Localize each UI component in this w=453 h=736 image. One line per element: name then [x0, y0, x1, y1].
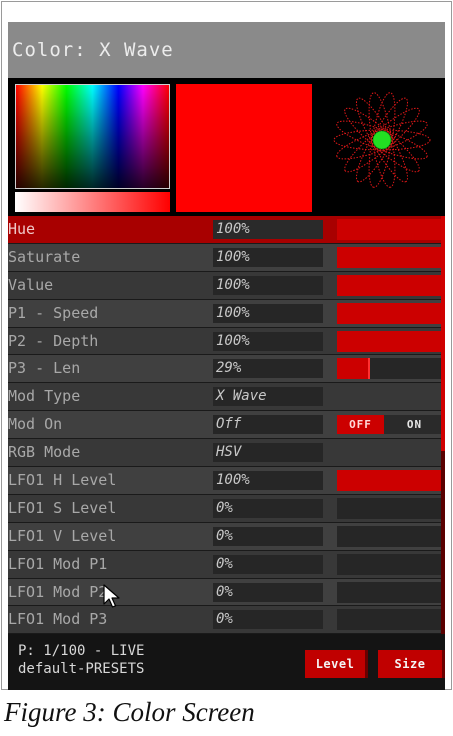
param-value-field[interactable]: 100%: [213, 220, 323, 239]
param-value-field[interactable]: 0%: [213, 582, 323, 602]
param-name: Mod On: [8, 415, 63, 434]
param-name: LFO1 Mod P2: [8, 582, 108, 601]
param-name: LFO1 Mod P3: [8, 610, 108, 629]
saturation-strip[interactable]: [15, 192, 170, 212]
param-value-field[interactable]: 0%: [213, 498, 323, 518]
scrollbar-thumb[interactable]: [441, 216, 445, 451]
param-slider-fill: [337, 330, 441, 352]
param-value-field[interactable]: 100%: [213, 247, 323, 267]
param-slider-fill: [337, 246, 441, 268]
x-wave-preview: [333, 92, 431, 188]
mod-on-toggle[interactable]: OFF ON: [337, 415, 445, 435]
mouse-cursor-icon: [103, 584, 120, 608]
param-row-value[interactable]: Value 100%: [8, 271, 445, 300]
param-slider-fill: [337, 219, 441, 240]
param-name: P3 - Len: [8, 359, 81, 378]
param-row-p1-speed[interactable]: P1 - Speed 100%: [8, 299, 445, 328]
param-row-lfo1-h-level[interactable]: LFO1 H Level 100%: [8, 467, 445, 495]
hue-value-picker[interactable]: [15, 84, 170, 189]
param-row-lfo1-s-level[interactable]: LFO1 S Level 0%: [8, 494, 445, 523]
param-slider[interactable]: [337, 470, 445, 492]
parameter-scrollbar[interactable]: [441, 216, 445, 634]
param-row-rgb-mode[interactable]: RGB Mode HSV: [8, 439, 445, 468]
param-row-lfo1-mod-p2[interactable]: LFO1 Mod P2 0%: [8, 578, 445, 607]
param-value-field[interactable]: 100%: [213, 471, 323, 491]
figure-caption: Figure 3: Color Screen: [4, 697, 255, 727]
param-value-field[interactable]: 100%: [213, 275, 323, 295]
param-name: LFO1 H Level: [8, 471, 117, 490]
param-row-lfo1-v-level[interactable]: LFO1 V Level 0%: [8, 522, 445, 551]
param-name: Hue: [8, 220, 36, 238]
param-slider-fill: [337, 274, 441, 296]
param-row-p2-depth[interactable]: P2 - Depth 100%: [8, 327, 445, 356]
param-slider-fill: [337, 302, 441, 324]
param-slider-fill: [337, 470, 441, 492]
param-slider[interactable]: [337, 219, 445, 240]
param-value-field[interactable]: 29%: [213, 359, 323, 379]
param-slider-fill: [337, 358, 371, 380]
size-button[interactable]: Size: [378, 650, 445, 678]
param-slider[interactable]: [337, 581, 445, 603]
param-name: LFO1 Mod P1: [8, 554, 108, 573]
param-slider[interactable]: [337, 246, 445, 268]
preset-status: P: 1/100 - LIVE: [18, 643, 145, 659]
parameter-list: Hue 100% Saturate 100% Value 100% P1 - Speed 10…: [8, 216, 445, 635]
toggle-off-option[interactable]: OFF: [337, 415, 384, 435]
param-row-saturate[interactable]: Saturate 100%: [8, 243, 445, 272]
param-value-field[interactable]: HSV: [213, 443, 323, 463]
param-slider[interactable]: [337, 358, 445, 380]
param-value-field[interactable]: 100%: [213, 331, 323, 351]
color-swatch: [176, 84, 312, 212]
param-name: LFO1 S Level: [8, 498, 117, 517]
param-name: Saturate: [8, 247, 81, 266]
color-screen: Color: X Wave Hue 100% Saturate 100% Value 10…: [8, 22, 445, 690]
param-name: P2 - Depth: [8, 331, 99, 350]
param-value-field[interactable]: X Wave: [213, 387, 323, 407]
level-button[interactable]: Level: [305, 650, 368, 678]
param-value-field[interactable]: 0%: [213, 610, 323, 630]
param-value-field[interactable]: Off: [213, 415, 323, 435]
param-slider[interactable]: [337, 609, 445, 631]
footer-bar: P: 1/100 - LIVE default-PRESETS Level Si…: [8, 634, 445, 690]
param-name: Value: [8, 275, 54, 294]
param-slider[interactable]: [337, 302, 445, 324]
color-preview-panel: [8, 78, 445, 216]
param-name: RGB Mode: [8, 443, 81, 462]
param-row-hue[interactable]: Hue 100%: [8, 216, 445, 244]
param-slider[interactable]: [337, 274, 445, 296]
param-row-mod-type[interactable]: Mod Type X Wave: [8, 383, 445, 412]
param-name: P1 - Speed: [8, 303, 99, 322]
preset-name: default-PRESETS: [18, 661, 145, 677]
screen-title: Color: X Wave: [8, 22, 445, 78]
param-row-lfo1-mod-p1[interactable]: LFO1 Mod P1 0%: [8, 550, 445, 579]
param-slider[interactable]: [337, 525, 445, 547]
param-value-field[interactable]: 0%: [213, 526, 323, 546]
param-slider[interactable]: [337, 330, 445, 352]
param-name: LFO1 V Level: [8, 526, 117, 545]
param-value-field[interactable]: 0%: [213, 554, 323, 574]
param-row-mod-on[interactable]: Mod On Off OFF ON: [8, 411, 445, 440]
toggle-on-option[interactable]: ON: [384, 415, 445, 434]
param-slider[interactable]: [337, 497, 445, 519]
param-slider[interactable]: [337, 553, 445, 575]
param-name: Mod Type: [8, 387, 81, 406]
param-value-field[interactable]: 100%: [213, 303, 323, 323]
param-row-p3-len[interactable]: P3 - Len 29%: [8, 355, 445, 384]
param-row-lfo1-mod-p3[interactable]: LFO1 Mod P3 0%: [8, 606, 445, 635]
